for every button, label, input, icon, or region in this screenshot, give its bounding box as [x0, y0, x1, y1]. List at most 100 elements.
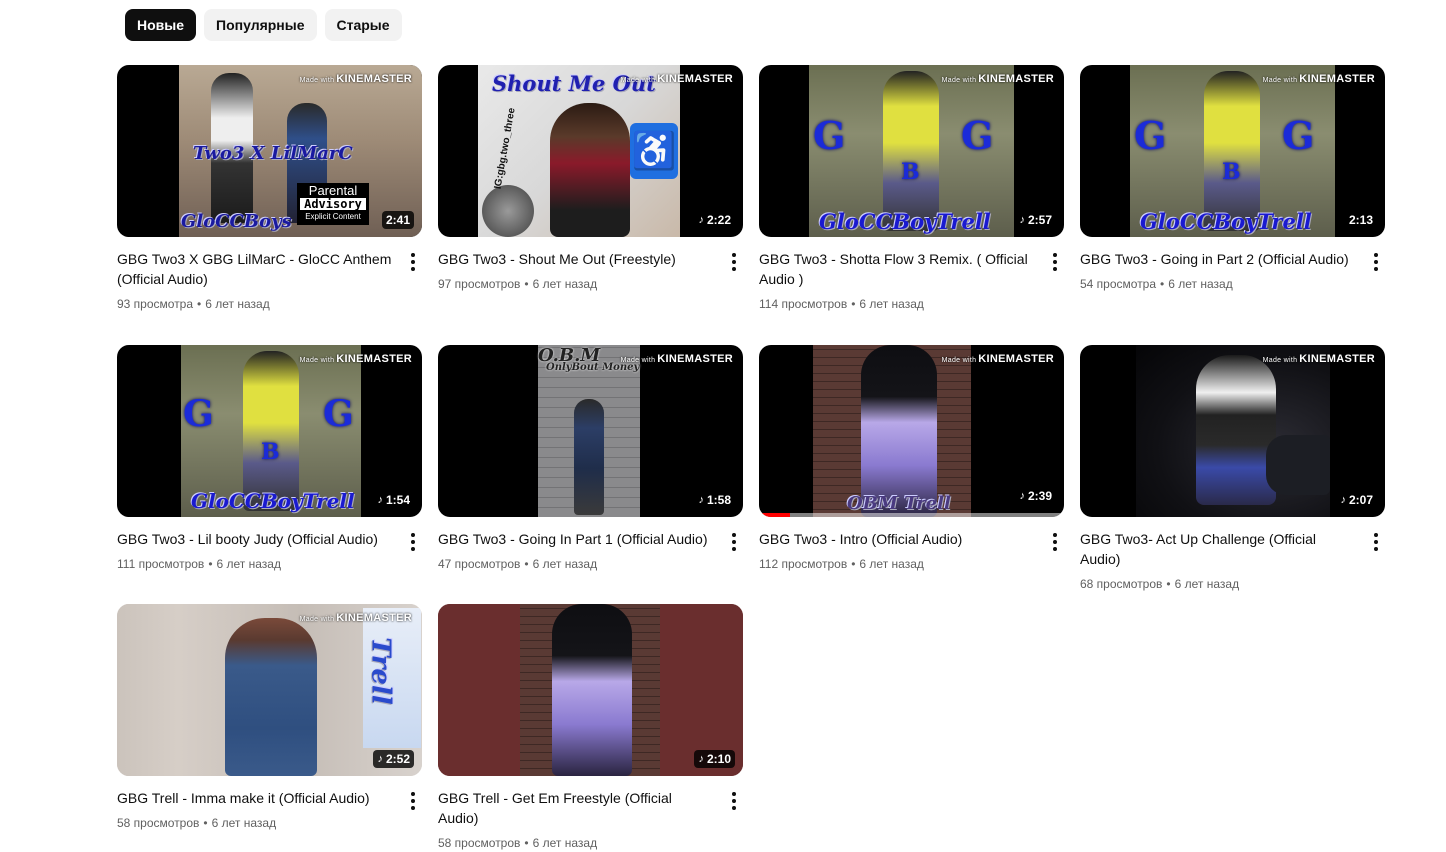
video-thumbnail[interactable]: O.B.M OnlyBout Money Made with KINEMASTER… [438, 345, 743, 517]
video-stats: 114 просмотров • 6 лет назад [759, 297, 924, 311]
music-note-icon: ♪ [1019, 490, 1025, 502]
more-options-icon[interactable] [727, 531, 741, 553]
video-card[interactable]: Made with KINEMASTER ♪ 2:07 GBG Two3- Act … [1080, 345, 1385, 593]
upload-age: 6 лет назад [859, 557, 924, 571]
video-stats: 54 просмотра • 6 лет назад [1080, 277, 1233, 291]
video-thumbnail[interactable]: Trell Made with KINEMASTER ♪ 2:52 [117, 604, 422, 776]
more-options-icon[interactable] [406, 790, 420, 812]
upload-age: 6 лет назад [1174, 577, 1240, 591]
overlay-bottom-text: OBM Trell [847, 493, 951, 514]
video-thumbnail[interactable]: G B G GloCCBoyTrell Made with KINEMASTER … [117, 345, 422, 517]
upload-age: 6 лет назад [532, 836, 598, 850]
thumbnail-image: OBM Trell [813, 345, 971, 517]
more-options-icon[interactable] [727, 251, 741, 273]
kinemaster-watermark: Made with KINEMASTER [299, 73, 412, 85]
chip-popular[interactable]: Популярные [204, 9, 317, 41]
music-note-icon: ♪ [377, 753, 383, 765]
overlay-side-text: IG:gbg.two_three [492, 107, 518, 190]
overlay-letter: G [183, 393, 214, 435]
thumbnail-image: O.B.M OnlyBout Money [538, 345, 640, 517]
video-stats: 97 просмотров • 6 лет назад [438, 277, 598, 291]
video-title[interactable]: GBG Two3 X GBG LilMarC - GloCC Anthem (O… [117, 249, 392, 289]
duration-badge: ♪ 2:52 [373, 750, 414, 768]
video-card[interactable]: ♪ 2:10 GBG Trell - Get Em Freestyle (Offi… [438, 604, 743, 852]
more-options-icon[interactable] [406, 251, 420, 273]
video-stats: 93 просмотра • 6 лет назад [117, 297, 270, 311]
video-thumbnail[interactable]: G B G GloCCBoyTrell Made with KINEMASTER … [759, 65, 1064, 237]
kinemaster-watermark: Made with KINEMASTER [1262, 73, 1375, 85]
thumbnail-image: G B G GloCCBoyTrell [181, 345, 361, 517]
view-count: 97 просмотров [438, 277, 521, 291]
upload-age: 6 лет назад [205, 297, 270, 311]
overlay-top-text: Two3 X LilMarC [193, 143, 353, 164]
duration-badge: 2:41 [381, 211, 414, 229]
video-stats: 111 просмотров • 6 лет назад [117, 557, 281, 571]
chip-oldest[interactable]: Старые [324, 9, 402, 41]
video-card[interactable]: G B G GloCCBoyTrell Made with KINEMASTER … [759, 65, 1064, 313]
video-card[interactable]: Trell Made with KINEMASTER ♪ 2:52 GBG Trel… [117, 604, 422, 832]
overlay-letter: G [961, 113, 994, 158]
kinemaster-watermark: Made with KINEMASTER [941, 73, 1054, 85]
overlay-letter: G [1282, 113, 1315, 158]
more-options-icon[interactable] [727, 790, 741, 812]
overlay-letter: G [1134, 113, 1167, 158]
upload-age: 6 лет назад [211, 816, 277, 830]
video-title[interactable]: GBG Two3 - Shout Me Out (Freestyle) [438, 249, 713, 269]
upload-age: 6 лет назад [532, 557, 598, 571]
more-options-icon[interactable] [1369, 251, 1383, 273]
video-stats: 58 просмотров • 6 лет назад [438, 836, 598, 850]
duration-badge: ♪ 2:07 [1336, 491, 1377, 509]
overlay-bottom-text: GloCCBoyTrell [1140, 209, 1312, 234]
thumbnail-image: G B G GloCCBoyTrell [1130, 65, 1335, 237]
kinemaster-watermark: Made with KINEMASTER [620, 73, 733, 85]
video-thumbnail[interactable]: OBM Trell Made with KINEMASTER ♪ 2:39 [759, 345, 1064, 517]
view-count: 112 просмотров [759, 557, 848, 571]
kinemaster-watermark: Made with KINEMASTER [299, 353, 412, 365]
video-title[interactable]: GBG Two3 - Intro (Official Audio) [759, 529, 1034, 549]
video-thumbnail[interactable]: G B G GloCCBoyTrell Made with KINEMASTER … [1080, 65, 1385, 237]
video-title[interactable]: GBG Trell - Imma make it (Official Audio… [117, 788, 392, 808]
view-count: 114 просмотров [759, 297, 848, 311]
video-title[interactable]: GBG Two3- Act Up Challenge (Official Aud… [1080, 529, 1355, 569]
music-note-icon: ♪ [1019, 214, 1025, 226]
music-note-icon: ♪ [698, 214, 704, 226]
overlay-bottom-text: GloCCBoys [181, 211, 292, 232]
video-card[interactable]: Shout Me Out IG:gbg.two_three ♿ Made wit… [438, 65, 743, 293]
chip-newest[interactable]: Новые [125, 9, 197, 41]
view-count: 58 просмотров [117, 816, 200, 830]
kinemaster-watermark: Made with KINEMASTER [299, 612, 412, 624]
video-thumbnail[interactable]: Two3 X LilMarC GloCCBoys Parental Adviso… [117, 65, 422, 237]
overlay-letter: B [901, 159, 920, 185]
video-title[interactable]: GBG Two3 - Going In Part 1 (Official Aud… [438, 529, 713, 549]
video-card[interactable]: OBM Trell Made with KINEMASTER ♪ 2:39 GBG … [759, 345, 1064, 573]
video-title[interactable]: GBG Two3 - Shotta Flow 3 Remix. ( Offici… [759, 249, 1034, 289]
video-title[interactable]: GBG Two3 - Going in Part 2 (Official Aud… [1080, 249, 1355, 269]
kinemaster-watermark: Made with KINEMASTER [1262, 353, 1375, 365]
more-options-icon[interactable] [406, 531, 420, 553]
video-thumbnail[interactable]: ♪ 2:10 [438, 604, 743, 776]
accessibility-icon: ♿ [630, 123, 678, 179]
overlay-letter: B [261, 439, 280, 465]
overlay-bottom-text: GloCCBoyTrell [191, 489, 355, 513]
overlay-bottom-text: GloCCBoyTrell [819, 209, 991, 234]
more-options-icon[interactable] [1048, 531, 1062, 553]
video-stats: 47 просмотров • 6 лет назад [438, 557, 598, 571]
video-card[interactable]: G B G GloCCBoyTrell Made with KINEMASTER … [1080, 65, 1385, 293]
video-card[interactable]: O.B.M OnlyBout Money Made with KINEMASTER… [438, 345, 743, 573]
overlay-letter: B [1222, 159, 1241, 185]
kinemaster-watermark: Made with KINEMASTER [941, 353, 1054, 365]
video-card[interactable]: Two3 X LilMarC GloCCBoys Parental Adviso… [117, 65, 422, 313]
more-options-icon[interactable] [1369, 531, 1383, 553]
video-thumbnail[interactable]: Made with KINEMASTER ♪ 2:07 [1080, 345, 1385, 517]
overlay-letter: G [813, 113, 846, 158]
upload-age: 6 лет назад [859, 297, 924, 311]
video-stats: 68 просмотров • 6 лет назад [1080, 577, 1240, 591]
video-title[interactable]: GBG Two3 - Lil booty Judy (Official Audi… [117, 529, 392, 549]
view-count: 93 просмотра [117, 297, 194, 311]
view-count: 47 просмотров [438, 557, 521, 571]
video-card[interactable]: G B G GloCCBoyTrell Made with KINEMASTER … [117, 345, 422, 573]
video-title[interactable]: GBG Trell - Get Em Freestyle (Official A… [438, 788, 713, 828]
upload-age: 6 лет назад [532, 277, 598, 291]
video-thumbnail[interactable]: Shout Me Out IG:gbg.two_three ♿ Made wit… [438, 65, 743, 237]
more-options-icon[interactable] [1048, 251, 1062, 273]
